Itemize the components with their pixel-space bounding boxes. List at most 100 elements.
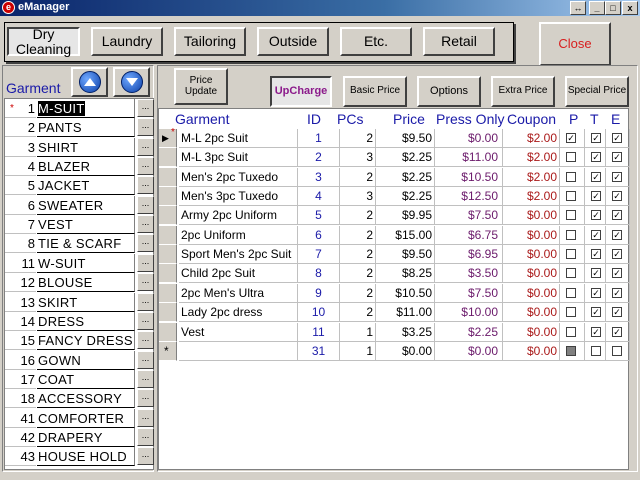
cell-garment[interactable]: Child 2pc Suit bbox=[179, 264, 298, 284]
grid-row[interactable]: Sport Men's 2pc Suit 7 2 $9.50 $6.95 $0.00 ✓ ✓ bbox=[159, 245, 630, 265]
cell-pcs[interactable]: 1 bbox=[340, 341, 376, 361]
header-coupon[interactable]: Coupon bbox=[507, 111, 556, 127]
t-checkbox[interactable]: ✓ bbox=[591, 171, 601, 182]
grid-row[interactable]: Army 2pc Uniform 5 2 $9.95 $7.50 $0.00 ✓ ✓ bbox=[159, 206, 630, 226]
cell-coupon[interactable]: $2.00 bbox=[503, 148, 560, 168]
cell-id[interactable]: 10 bbox=[298, 303, 340, 323]
p-checkbox[interactable] bbox=[566, 229, 576, 240]
cell-price[interactable]: $2.25 bbox=[376, 148, 435, 168]
minimize-button[interactable]: _ bbox=[589, 1, 605, 15]
garment-more-button[interactable]: ... bbox=[137, 234, 154, 253]
row-selector[interactable] bbox=[159, 187, 177, 207]
p-checkbox[interactable] bbox=[566, 268, 576, 279]
row-selector[interactable] bbox=[159, 148, 177, 168]
cell-garment[interactable]: Sport Men's 2pc Suit bbox=[179, 245, 298, 265]
cell-id[interactable]: 11 bbox=[298, 322, 340, 342]
garment-list-item[interactable]: * 1 M-SUIT... bbox=[5, 99, 155, 118]
t-checkbox[interactable]: ✓ bbox=[591, 326, 601, 337]
cell-press-only[interactable]: $6.75 bbox=[435, 225, 503, 245]
garment-list-item[interactable]: 8 TIE & SCARF... bbox=[5, 234, 155, 254]
garment-more-button[interactable]: ... bbox=[137, 389, 154, 408]
garment-name[interactable]: M-SUIT bbox=[37, 99, 135, 118]
garment-more-button[interactable]: ... bbox=[137, 427, 154, 446]
category-etc[interactable]: Etc. bbox=[340, 27, 412, 56]
e-checkbox[interactable] bbox=[612, 345, 622, 356]
cell-press-only[interactable]: $10.00 bbox=[435, 303, 503, 323]
p-checkbox[interactable] bbox=[566, 287, 576, 298]
garment-more-button[interactable]: ... bbox=[137, 137, 154, 156]
row-selector[interactable] bbox=[159, 167, 177, 187]
cell-id[interactable]: 5 bbox=[298, 206, 340, 226]
category-tailoring[interactable]: Tailoring bbox=[174, 27, 246, 56]
row-selector[interactable] bbox=[159, 245, 177, 265]
garment-name[interactable]: BLOUSE bbox=[37, 273, 135, 293]
cell-price[interactable]: $9.50 bbox=[376, 129, 435, 148]
cell-pcs[interactable]: 2 bbox=[340, 206, 376, 226]
grid-row[interactable]: ▶ * M-L 2pc Suit 1 2 $9.50 $0.00 $2.00 ✓ ✓ ✓ bbox=[159, 127, 630, 148]
cell-price[interactable]: $9.50 bbox=[376, 245, 435, 265]
garment-name[interactable]: DRESS bbox=[37, 311, 135, 331]
cell-pcs[interactable]: 2 bbox=[340, 303, 376, 323]
garment-list-item[interactable]: 4 BLAZER... bbox=[5, 157, 155, 177]
grid-row[interactable]: Men's 3pc Tuxedo 4 3 $2.25 $12.50 $2.00 ✓ ✓ bbox=[159, 187, 630, 207]
cell-coupon[interactable]: $2.00 bbox=[503, 167, 560, 187]
cell-id[interactable]: 9 bbox=[298, 283, 340, 303]
cell-pcs[interactable]: 2 bbox=[340, 283, 376, 303]
cell-garment[interactable] bbox=[179, 341, 298, 361]
cell-coupon[interactable]: $0.00 bbox=[503, 225, 560, 245]
garment-name[interactable]: ACCESSORY bbox=[37, 389, 135, 409]
garment-more-button[interactable]: ... bbox=[137, 176, 154, 195]
grid-row[interactable]: Lady 2pc dress 10 2 $11.00 $10.00 $0.00 ✓ ✓ bbox=[159, 303, 630, 323]
garment-more-button[interactable]: ... bbox=[137, 99, 154, 117]
row-selector[interactable] bbox=[159, 225, 177, 245]
cell-id[interactable]: 3 bbox=[298, 167, 340, 187]
p-checkbox[interactable]: ✓ bbox=[566, 133, 576, 143]
maximize-button[interactable]: □ bbox=[605, 1, 621, 15]
header-garment[interactable]: Garment bbox=[175, 111, 229, 127]
row-selector[interactable] bbox=[159, 264, 177, 284]
garment-name[interactable]: COMFORTER bbox=[37, 408, 135, 428]
cell-garment[interactable]: M-L 3pc Suit bbox=[179, 148, 298, 168]
close-button[interactable]: Close bbox=[539, 22, 611, 66]
cell-garment[interactable]: Army 2pc Uniform bbox=[179, 206, 298, 226]
e-checkbox[interactable]: ✓ bbox=[612, 326, 622, 337]
cell-coupon[interactable]: $0.00 bbox=[503, 245, 560, 265]
row-selector[interactable] bbox=[159, 206, 177, 226]
p-checkbox[interactable] bbox=[566, 171, 576, 182]
cell-pcs[interactable]: 2 bbox=[340, 225, 376, 245]
category-laundry[interactable]: Laundry bbox=[91, 27, 163, 56]
cell-press-only[interactable]: $2.25 bbox=[435, 322, 503, 342]
garment-list-item[interactable]: 43 HOUSE HOLD... bbox=[5, 447, 155, 467]
garment-more-button[interactable]: ... bbox=[137, 369, 154, 388]
garment-name[interactable]: DRAPERY bbox=[37, 427, 135, 447]
cell-press-only[interactable]: $12.50 bbox=[435, 187, 503, 207]
garment-name[interactable]: JACKET bbox=[37, 176, 135, 196]
cell-id[interactable]: 6 bbox=[298, 225, 340, 245]
cell-id[interactable]: 8 bbox=[298, 264, 340, 284]
category-retail[interactable]: Retail bbox=[423, 27, 495, 56]
garment-more-button[interactable]: ... bbox=[137, 408, 154, 427]
grid-row[interactable]: Men's 2pc Tuxedo 3 2 $2.25 $10.50 $2.00 ✓ ✓ bbox=[159, 167, 630, 187]
category-dry-cleaning[interactable]: Dry Cleaning bbox=[7, 26, 80, 56]
cell-pcs[interactable]: 2 bbox=[340, 245, 376, 265]
cell-price[interactable]: $0.00 bbox=[376, 341, 435, 361]
t-checkbox[interactable]: ✓ bbox=[591, 133, 601, 143]
row-selector[interactable] bbox=[159, 303, 177, 323]
grid-row[interactable]: 2pc Uniform 6 2 $15.00 $6.75 $0.00 ✓ ✓ bbox=[159, 225, 630, 245]
cell-press-only[interactable]: $11.00 bbox=[435, 148, 503, 168]
t-checkbox[interactable] bbox=[591, 345, 601, 356]
garment-name[interactable]: COAT bbox=[37, 369, 135, 389]
row-selector[interactable]: ▶ * bbox=[159, 127, 177, 148]
header-e[interactable]: E bbox=[611, 111, 620, 127]
e-checkbox[interactable]: ✓ bbox=[612, 249, 622, 260]
garment-name[interactable]: SHIRT bbox=[37, 137, 135, 157]
t-checkbox[interactable]: ✓ bbox=[591, 268, 601, 279]
garment-list-item[interactable]: 11 W-SUIT... bbox=[5, 253, 155, 273]
garment-name[interactable]: FANCY DRESS bbox=[37, 331, 135, 351]
garment-name[interactable]: BLAZER bbox=[37, 157, 135, 177]
t-checkbox[interactable]: ✓ bbox=[591, 152, 601, 163]
cell-coupon[interactable]: $0.00 bbox=[503, 303, 560, 323]
t-checkbox[interactable]: ✓ bbox=[591, 191, 601, 202]
e-checkbox[interactable]: ✓ bbox=[612, 152, 622, 163]
garment-list-item[interactable]: 12 BLOUSE... bbox=[5, 273, 155, 293]
